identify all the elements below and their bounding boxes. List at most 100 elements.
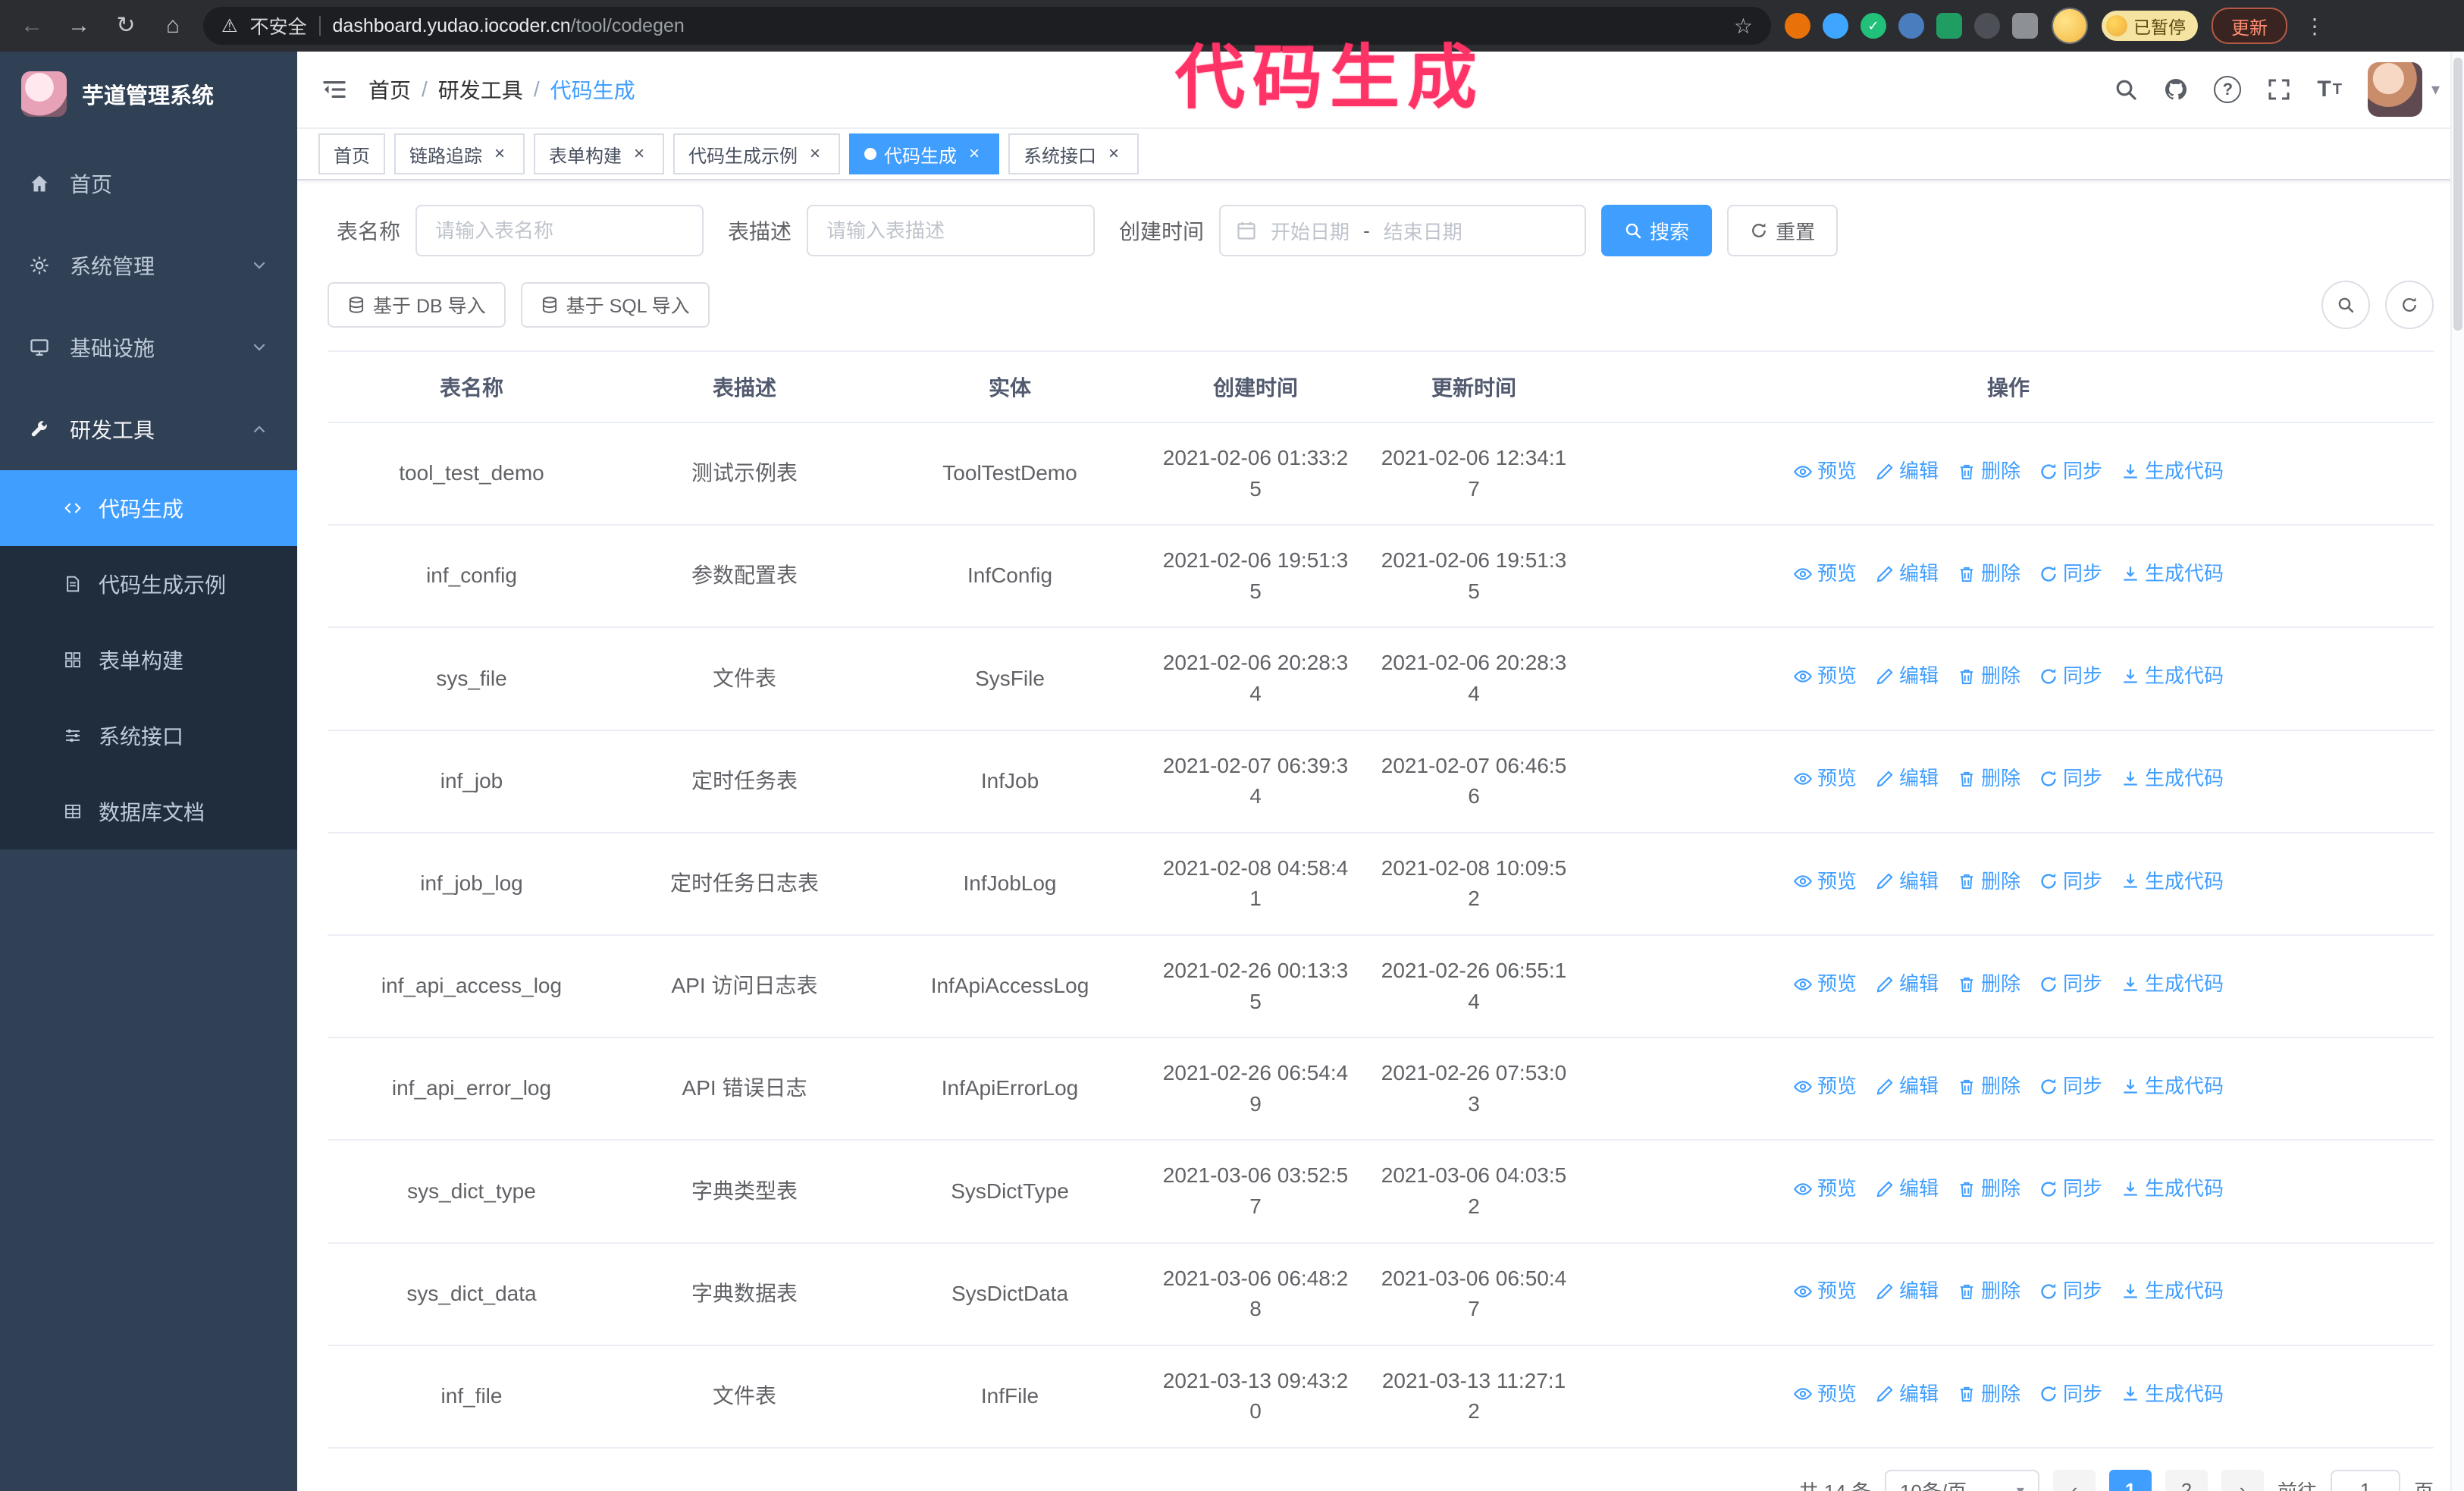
sidebar-item-home[interactable]: 首页 bbox=[0, 143, 297, 224]
user-menu[interactable]: ▾ bbox=[2367, 62, 2440, 117]
breadcrumb-dev-tools[interactable]: 研发工具 bbox=[438, 74, 523, 105]
sidebar-item-db-doc[interactable]: 数据库文档 bbox=[0, 774, 297, 849]
preview-link[interactable]: 预览 bbox=[1793, 868, 1857, 896]
bookmark-star-icon[interactable]: ☆ bbox=[1734, 14, 1753, 39]
generate-code-link[interactable]: 生成代码 bbox=[2121, 1277, 2224, 1306]
generate-code-link[interactable]: 生成代码 bbox=[2121, 662, 2224, 691]
delete-link[interactable]: 删除 bbox=[1957, 970, 2020, 999]
toggle-search-button[interactable] bbox=[2321, 281, 2370, 329]
edit-link[interactable]: 编辑 bbox=[1875, 560, 1939, 589]
preview-link[interactable]: 预览 bbox=[1793, 764, 1857, 793]
edit-link[interactable]: 编辑 bbox=[1875, 1380, 1939, 1409]
generate-code-link[interactable]: 生成代码 bbox=[2121, 764, 2224, 793]
browser-menu-icon[interactable]: ⋮ bbox=[2301, 14, 2328, 39]
tab-home[interactable]: 首页 bbox=[318, 133, 385, 174]
sync-link[interactable]: 同步 bbox=[2039, 662, 2102, 691]
chrome-update-button[interactable]: 更新 bbox=[2212, 8, 2287, 44]
delete-link[interactable]: 删除 bbox=[1957, 1277, 2020, 1306]
tab-close-icon[interactable]: × bbox=[1104, 144, 1124, 164]
home-button[interactable]: ⌂ bbox=[156, 9, 190, 42]
back-button[interactable]: ← bbox=[15, 9, 49, 42]
preview-link[interactable]: 预览 bbox=[1793, 457, 1857, 486]
search-button[interactable]: 搜索 bbox=[1601, 205, 1713, 256]
generate-code-link[interactable]: 生成代码 bbox=[2121, 560, 2224, 589]
delete-link[interactable]: 删除 bbox=[1957, 457, 2020, 486]
goto-page-input[interactable] bbox=[2330, 1469, 2400, 1491]
reset-button[interactable]: 重置 bbox=[1727, 205, 1839, 256]
reload-button[interactable]: ↻ bbox=[109, 9, 143, 42]
sidebar-item-codegen-example[interactable]: 代码生成示例 bbox=[0, 546, 297, 622]
date-range-picker[interactable]: 开始日期 - 结束日期 bbox=[1219, 205, 1587, 256]
generate-code-link[interactable]: 生成代码 bbox=[2121, 970, 2224, 999]
generate-code-link[interactable]: 生成代码 bbox=[2121, 1175, 2224, 1204]
sync-link[interactable]: 同步 bbox=[2039, 1380, 2102, 1409]
github-icon[interactable] bbox=[2164, 77, 2188, 102]
page-size-select[interactable]: 10条/页▾ bbox=[1884, 1469, 2039, 1491]
extension-icon[interactable] bbox=[1974, 13, 2000, 39]
edit-link[interactable]: 编辑 bbox=[1875, 457, 1939, 486]
breadcrumb-home[interactable]: 首页 bbox=[368, 74, 411, 105]
sidebar-item-codegen[interactable]: 代码生成 bbox=[0, 470, 297, 546]
tab-codegen[interactable]: 代码生成 × bbox=[849, 133, 999, 174]
forward-button[interactable]: → bbox=[62, 9, 96, 42]
browser-scrollbar[interactable] bbox=[2450, 52, 2464, 1491]
tab-close-icon[interactable]: × bbox=[805, 144, 825, 164]
delete-link[interactable]: 删除 bbox=[1957, 868, 2020, 896]
help-icon[interactable]: ? bbox=[2214, 76, 2242, 103]
search-icon[interactable] bbox=[2114, 77, 2138, 102]
delete-link[interactable]: 删除 bbox=[1957, 1072, 2020, 1101]
sidebar-item-infrastructure[interactable]: 基础设施 bbox=[0, 306, 297, 388]
delete-link[interactable]: 删除 bbox=[1957, 1380, 2020, 1409]
generate-code-link[interactable]: 生成代码 bbox=[2121, 457, 2224, 486]
refresh-table-button[interactable] bbox=[2385, 281, 2434, 329]
import-db-button[interactable]: 基于 DB 导入 bbox=[328, 282, 506, 328]
sidebar-item-dev-tools[interactable]: 研发工具 bbox=[0, 388, 297, 470]
edit-link[interactable]: 编辑 bbox=[1875, 868, 1939, 896]
tab-form-builder[interactable]: 表单构建 × bbox=[534, 133, 664, 174]
extension-icon[interactable]: ✓ bbox=[1861, 13, 1886, 39]
tab-tracing[interactable]: 链路追踪 × bbox=[394, 133, 525, 174]
edit-link[interactable]: 编辑 bbox=[1875, 1175, 1939, 1204]
tab-close-icon[interactable]: × bbox=[964, 144, 984, 164]
import-sql-button[interactable]: 基于 SQL 导入 bbox=[520, 282, 710, 328]
sidebar-toggle[interactable] bbox=[321, 78, 347, 101]
extension-icon[interactable] bbox=[1936, 13, 1962, 39]
edit-link[interactable]: 编辑 bbox=[1875, 1072, 1939, 1101]
sidebar-item-system-management[interactable]: 系统管理 bbox=[0, 224, 297, 306]
preview-link[interactable]: 预览 bbox=[1793, 560, 1857, 589]
extension-icon[interactable] bbox=[1898, 13, 1924, 39]
browser-profile-avatar[interactable] bbox=[2052, 8, 2088, 44]
table-name-input[interactable] bbox=[415, 205, 704, 256]
fullscreen-icon[interactable] bbox=[2267, 77, 2291, 102]
scrollbar-thumb[interactable] bbox=[2453, 58, 2462, 331]
tab-close-icon[interactable]: × bbox=[490, 144, 509, 164]
table-desc-input[interactable] bbox=[807, 205, 1096, 256]
sync-link[interactable]: 同步 bbox=[2039, 970, 2102, 999]
edit-link[interactable]: 编辑 bbox=[1875, 970, 1939, 999]
preview-link[interactable]: 预览 bbox=[1793, 1380, 1857, 1409]
preview-link[interactable]: 预览 bbox=[1793, 662, 1857, 691]
generate-code-link[interactable]: 生成代码 bbox=[2121, 1380, 2224, 1409]
sidebar-item-form-builder[interactable]: 表单构建 bbox=[0, 622, 297, 698]
preview-link[interactable]: 预览 bbox=[1793, 970, 1857, 999]
delete-link[interactable]: 删除 bbox=[1957, 764, 2020, 793]
logo[interactable]: 芋道管理系统 bbox=[0, 52, 297, 137]
address-bar[interactable]: ⚠ 不安全 dashboard.yudao.iocoder.cn/tool/co… bbox=[203, 7, 1771, 45]
tab-system-api[interactable]: 系统接口 × bbox=[1008, 133, 1139, 174]
preview-link[interactable]: 预览 bbox=[1793, 1072, 1857, 1101]
generate-code-link[interactable]: 生成代码 bbox=[2121, 868, 2224, 896]
page-button-2[interactable]: 2 bbox=[2165, 1469, 2208, 1491]
page-button-1[interactable]: 1 bbox=[2108, 1469, 2152, 1491]
extension-icon[interactable] bbox=[1785, 13, 1810, 39]
sync-link[interactable]: 同步 bbox=[2039, 764, 2102, 793]
preview-link[interactable]: 预览 bbox=[1793, 1175, 1857, 1204]
tab-codegen-example[interactable]: 代码生成示例 × bbox=[673, 133, 840, 174]
not-secure-label[interactable]: 不安全 bbox=[250, 12, 307, 39]
preview-link[interactable]: 预览 bbox=[1793, 1277, 1857, 1306]
sync-link[interactable]: 同步 bbox=[2039, 560, 2102, 589]
sync-link[interactable]: 同步 bbox=[2039, 1072, 2102, 1101]
sync-link[interactable]: 同步 bbox=[2039, 457, 2102, 486]
delete-link[interactable]: 删除 bbox=[1957, 662, 2020, 691]
tab-close-icon[interactable]: × bbox=[629, 144, 649, 164]
paused-badge[interactable]: 已暂停 bbox=[2102, 11, 2198, 41]
